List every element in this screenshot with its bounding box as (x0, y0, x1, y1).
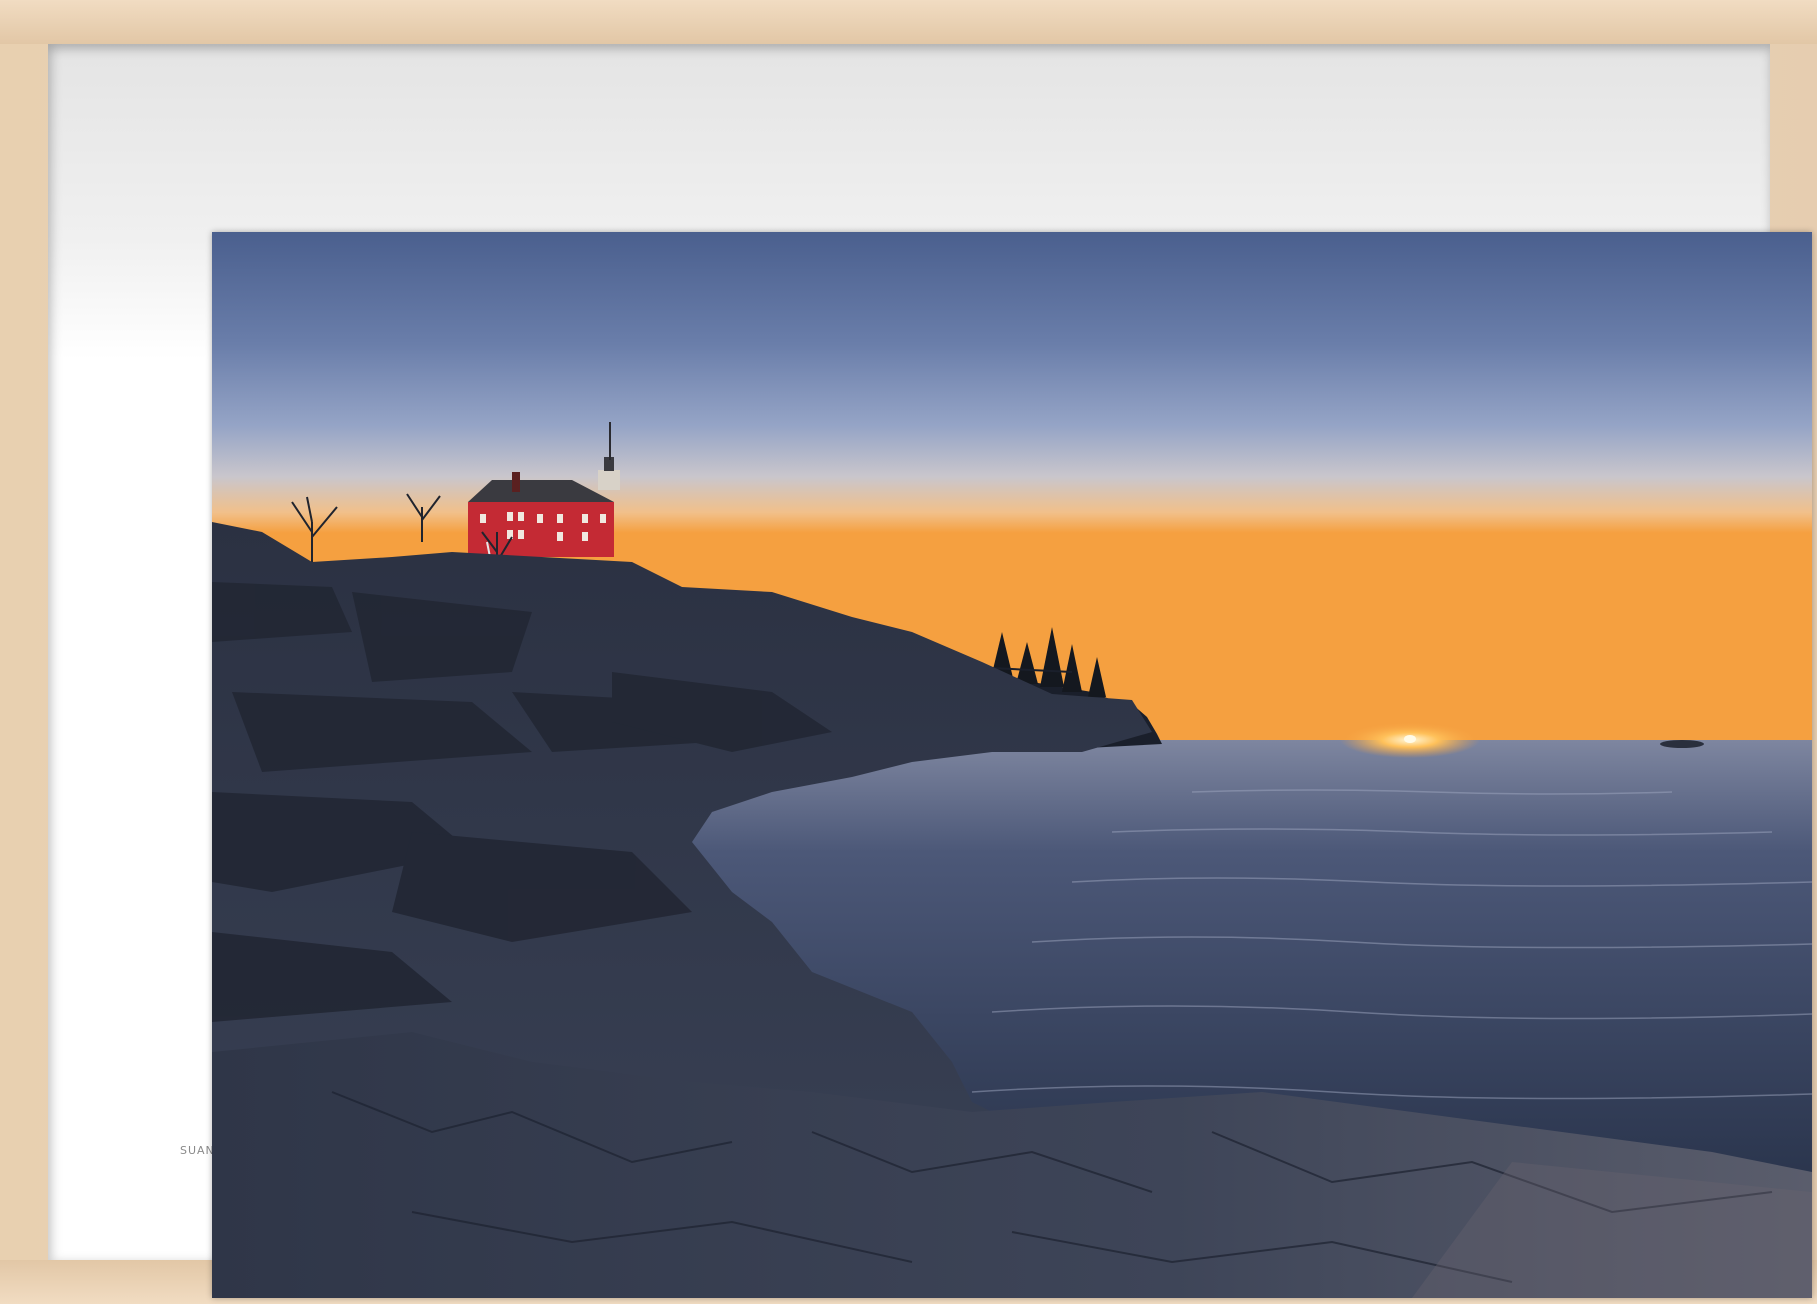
picture-frame: SUAN (0, 0, 1817, 1304)
islet (1660, 740, 1704, 748)
artist-signature: SUAN (180, 1144, 215, 1157)
photo-illustration (212, 232, 1812, 1298)
frame-top-edge (0, 0, 1817, 44)
landscape-photo (212, 232, 1812, 1298)
